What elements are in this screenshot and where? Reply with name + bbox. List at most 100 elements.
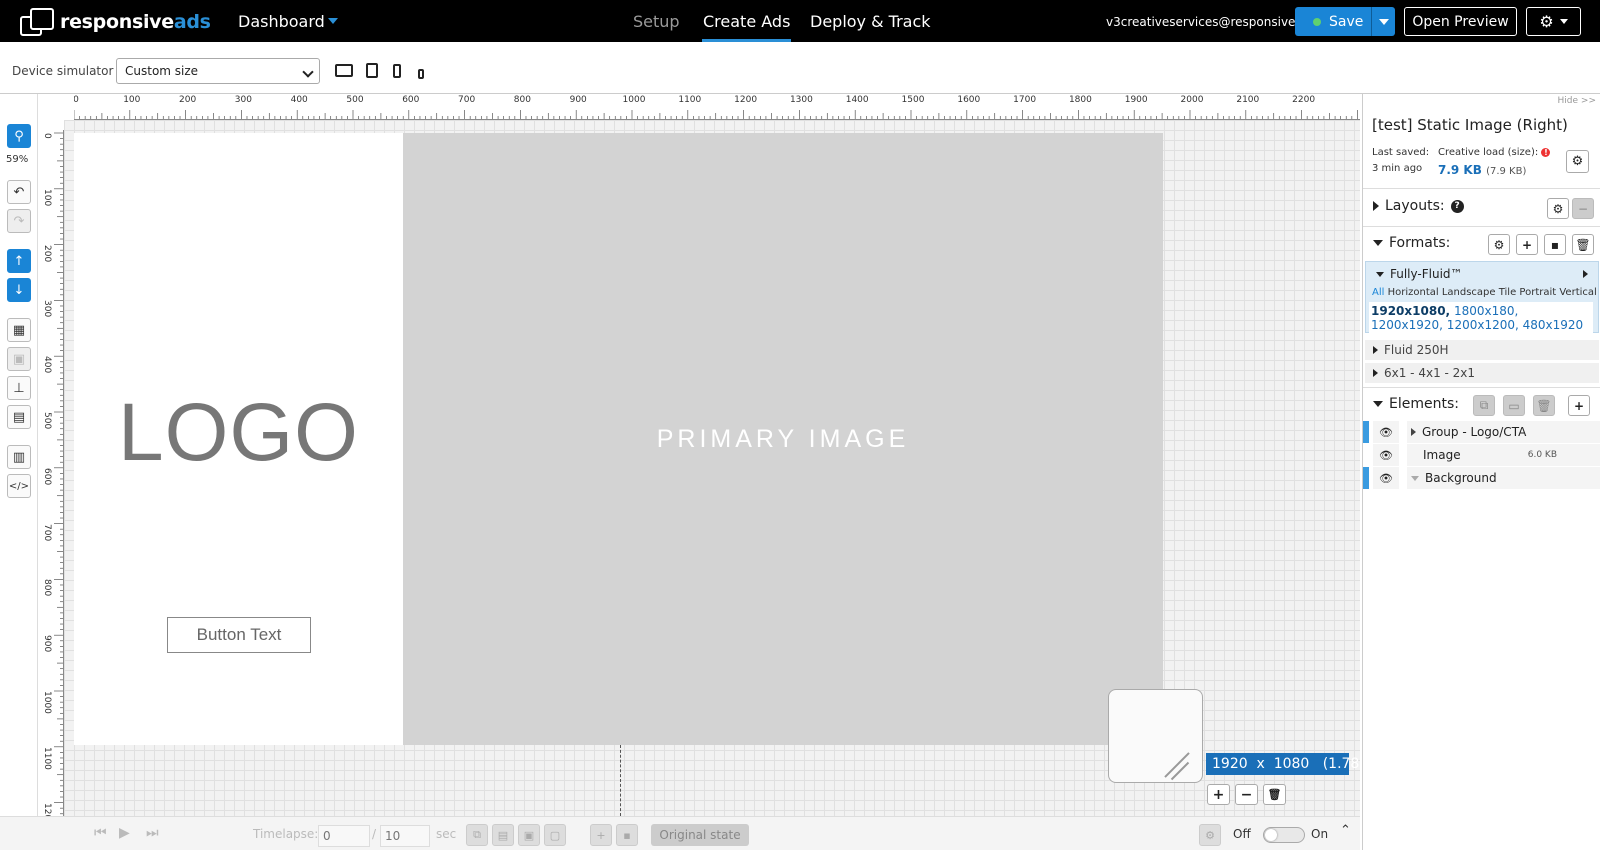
desktop-icon[interactable] [335,64,353,77]
redo-icon[interactable]: ↷ [7,209,31,233]
eye-icon[interactable]: 👁 [1373,421,1399,443]
divider [1363,387,1600,388]
layers-icon[interactable]: ▤ [7,405,31,429]
formats-add-icon[interactable]: + [1516,234,1538,255]
format-orientation-tags[interactable]: All Horizontal Landscape Tile Portrait V… [1372,287,1597,298]
element-name: Group - Logo/CTA [1422,425,1527,439]
dashboard-caret-icon[interactable] [328,18,338,24]
device-toolbar: Device simulator Custom size [0,42,1600,94]
remove-size-button[interactable]: − [1235,784,1258,805]
dashboard-menu[interactable]: Dashboard [238,12,325,31]
layouts-section[interactable]: Layouts:? [1373,198,1464,214]
animation-toggle[interactable] [1263,827,1305,843]
caret-down-icon[interactable] [1411,475,1419,481]
skip-forward-icon[interactable]: ⏭ [146,825,159,841]
paste-icon[interactable]: ▤ [492,824,514,846]
skip-back-icon[interactable]: ⏮ [94,825,107,841]
add-size-button[interactable]: + [1207,784,1230,805]
elements-section[interactable]: Elements: [1373,396,1459,412]
element-color-bar [1363,444,1369,466]
ruler-label: 200 [42,244,52,262]
format-size-list[interactable]: 1920x1080, 1800x180, 1200x1920, 1200x120… [1369,302,1593,334]
resize-handle[interactable] [1108,689,1203,783]
timelapse-start-input[interactable]: 0 [318,825,370,847]
chevron-up-icon[interactable]: ⌃ [1340,823,1351,838]
save-state-icon[interactable]: ▪ [616,824,638,846]
zoom-search-icon[interactable]: ⚲ [7,124,31,148]
formats-save-icon[interactable]: ▪ [1544,234,1566,255]
grid-icon[interactable]: ▦ [7,318,31,342]
tablet-icon[interactable] [366,63,378,78]
layouts-collapse-icon[interactable]: − [1572,198,1594,219]
ruler-label: 0 [42,133,52,139]
eye-icon[interactable]: 👁 [1373,467,1399,489]
timelapse-separator: / [372,827,377,841]
hierarchy-icon[interactable]: ⊥ [7,376,31,400]
save-button[interactable]: Save [1295,7,1381,36]
formats-gear-icon[interactable]: ⚙ [1488,234,1510,255]
formats-trash-icon[interactable]: 🗑 [1572,234,1594,255]
last-saved-value: 3 min ago [1372,163,1423,174]
element-row[interactable]: 👁 Background [1363,467,1600,489]
elements-folder-icon[interactable]: ▭ [1503,395,1525,416]
ruler-label: 1800 [1068,95,1092,105]
tab-deploy-track[interactable]: Deploy & Track [810,12,931,31]
elements-copy-icon[interactable]: ⧉ [1473,395,1495,416]
eye-icon[interactable]: 👁 [1373,444,1399,466]
tab-create-ads[interactable]: Create Ads [701,12,792,42]
element-row[interactable]: 👁 Group - Logo/CTA [1363,421,1600,443]
format-6x1[interactable]: 6x1 - 4x1 - 2x1 [1365,363,1599,383]
format-fluid-250h[interactable]: Fluid 250H [1365,340,1599,360]
timelapse-end-input[interactable]: 10 [380,825,430,847]
code-icon[interactable]: </> [7,474,31,498]
elements-trash-icon[interactable]: 🗑 [1533,395,1555,416]
element-name: Background [1425,471,1497,485]
keyframe-icon[interactable]: ▣ [518,824,540,846]
phone-icon[interactable] [393,64,401,78]
ruler-label: 100 [123,95,141,105]
play-icon[interactable]: ▶ [119,825,130,841]
original-state-button[interactable]: Original state [651,824,749,846]
formats-section[interactable]: Formats: [1373,235,1450,251]
toggle-on-label: On [1311,827,1329,841]
caret-right-icon[interactable] [1411,428,1416,436]
ruler-label: 2200 [1292,95,1316,105]
format-fully-fluid[interactable]: Fully-Fluid™ All Horizontal Landscape Ti… [1365,261,1599,334]
save-dropdown-button[interactable] [1371,7,1395,36]
brand-logo[interactable]: responsiveads [20,8,211,36]
creative-load-value: 7.9 KB (7.9 KB) [1438,163,1527,177]
undo-icon[interactable]: ↶ [7,180,31,204]
film-icon[interactable]: ▥ [7,445,31,469]
open-preview-button[interactable]: Open Preview [1404,7,1517,36]
format-header[interactable]: Fully-Fluid™ [1376,267,1463,281]
device-size-select[interactable]: Custom size [116,58,320,84]
elements-add-icon[interactable]: + [1568,395,1590,416]
caret-right-icon[interactable] [1583,270,1588,278]
move-up-icon[interactable]: ↑ [7,249,31,273]
element-color-bar [1363,421,1369,443]
settings-menu-button[interactable]: ⚙ [1526,7,1581,36]
creative-settings-gear-icon[interactable]: ⚙ [1566,150,1589,173]
cta-button[interactable]: Button Text [167,617,311,653]
tab-setup[interactable]: Setup [633,12,680,31]
element-color-bar [1363,467,1369,489]
small-phone-icon[interactable] [418,69,424,79]
timelapse-unit: sec [436,827,457,841]
image-settings-icon[interactable]: ▣ [7,347,31,371]
ruler-label: 1500 [901,95,925,105]
layouts-gear-icon[interactable]: ⚙ [1547,198,1569,219]
primary-image[interactable]: PRIMARY IMAGE [403,133,1163,745]
error-icon[interactable]: ! [1541,148,1551,157]
gear-icon[interactable]: ⚙ [1199,824,1221,846]
hide-panel-link[interactable]: Hide >> [1558,96,1596,106]
move-down-icon[interactable]: ↓ [7,278,31,302]
keyframe-remove-icon[interactable]: ▢ [544,824,566,846]
help-icon[interactable]: ? [1450,199,1464,213]
caret-down-icon [1373,401,1383,407]
logo-placeholder[interactable]: LOGO [118,386,359,480]
user-account[interactable]: v3creativeservices@responsivea... [1106,15,1314,29]
copy-icon[interactable]: ⧉ [466,824,488,846]
add-state-icon[interactable]: + [590,824,612,846]
trash-icon[interactable]: 🗑 [1263,784,1286,805]
element-row[interactable]: 👁 Image 6.0 KB [1363,444,1600,466]
